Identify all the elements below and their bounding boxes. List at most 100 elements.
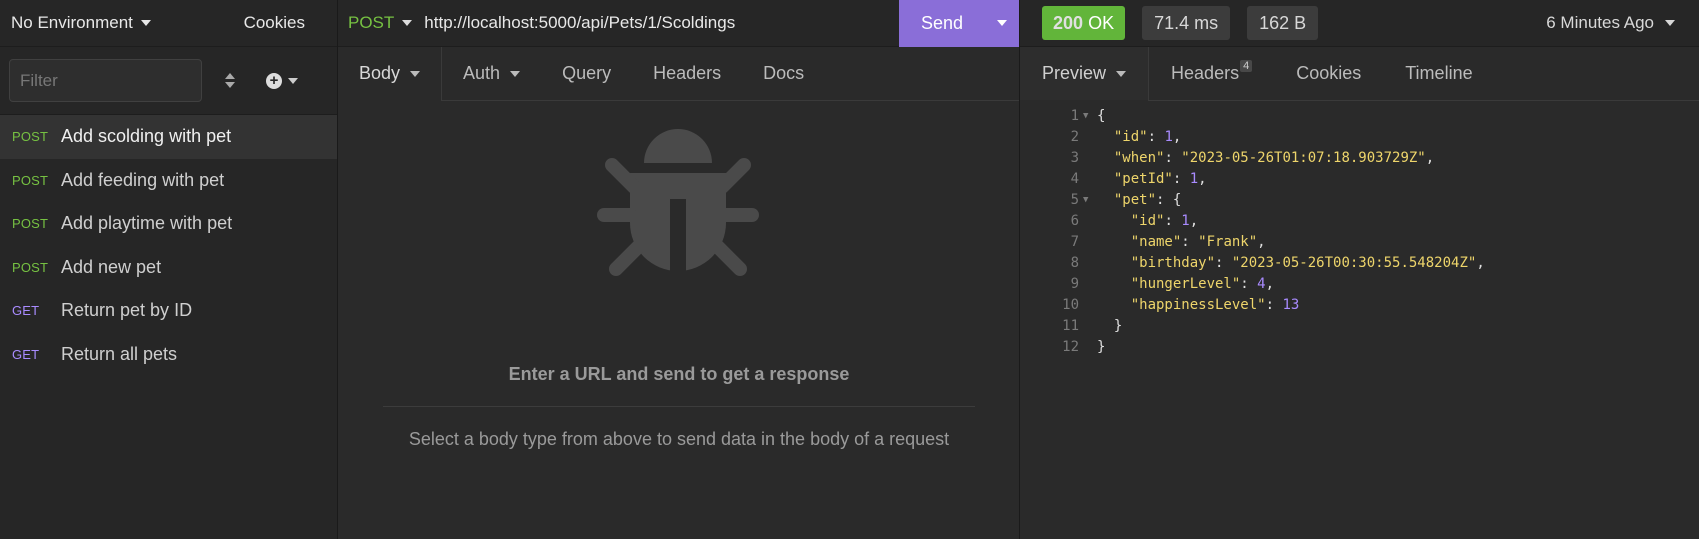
response-body-viewer[interactable]: 1 ▼{2 "id": 1, 3 "when": "2023-05-26T01:07… (1020, 106, 1699, 358)
tab-label: Body (359, 63, 401, 83)
code-token: 13 (1282, 297, 1300, 313)
code-token: { (1097, 108, 1106, 124)
code-token: , (1172, 129, 1182, 145)
request-name: Return all pets (61, 343, 178, 364)
fold-gutter (1079, 127, 1097, 148)
request-pane: POST Send Body Auth Query Headers Docs (338, 0, 1020, 539)
method-badge: POST (12, 259, 49, 275)
request-name: Add feeding with pet (61, 169, 225, 190)
method-badge: GET (12, 303, 40, 319)
code-text: "hungerLevel": 4, (1097, 274, 1274, 295)
line-number: 1 (1070, 108, 1079, 124)
response-pane: 200 OK 71.4 ms 162 B 6 Minutes Ago Previ… (1020, 0, 1699, 539)
code-text: } (1097, 316, 1122, 337)
tab-docs[interactable]: Docs (742, 47, 825, 100)
request-name: Return pet by ID (61, 300, 193, 321)
chevron-down-icon (510, 70, 521, 77)
send-button[interactable]: Send (899, 0, 1019, 47)
fold-gutter (1079, 232, 1097, 253)
code-token: , (1257, 234, 1266, 250)
tab-query[interactable]: Query (541, 47, 632, 100)
code-token: "id" (1130, 213, 1165, 229)
status-text: OK (1088, 13, 1115, 33)
tab-headers[interactable]: Headers (632, 47, 742, 100)
code-token: : (1240, 276, 1258, 292)
code-line: 6 "id": 1, (1020, 211, 1699, 232)
chevron-down-icon[interactable] (997, 20, 1007, 26)
fold-gutter (1079, 148, 1097, 169)
fold-toggle-icon[interactable]: ▼ (1079, 106, 1097, 127)
empty-state-title: Enter a URL and send to get a response (508, 364, 850, 384)
fold-gutter (1079, 169, 1097, 190)
method-select[interactable]: POST (338, 13, 420, 33)
code-line: 9 "hungerLevel": 4, (1020, 274, 1699, 295)
cookies-button[interactable]: Cookies (244, 13, 305, 33)
code-token: : (1147, 129, 1165, 145)
tab-preview[interactable]: Preview (1020, 47, 1150, 101)
response-header: 200 OK 71.4 ms 162 B 6 Minutes Ago (1020, 0, 1699, 47)
request-item[interactable]: GET Return pet by ID (0, 289, 337, 333)
tab-response-cookies[interactable]: Cookies (1274, 47, 1383, 100)
code-line: 11 } (1020, 316, 1699, 337)
tab-label: Headers (1171, 63, 1240, 83)
chevron-down-icon (402, 20, 413, 26)
request-tabs: Body Auth Query Headers Docs (338, 47, 1019, 101)
code-token: "2023-05-26T00:30:55.548204Z" (1231, 255, 1477, 271)
code-token: } (1097, 318, 1123, 334)
tab-label: Query (562, 63, 612, 83)
tab-label: Headers (653, 63, 722, 83)
tab-auth[interactable]: Auth (442, 47, 541, 100)
request-item[interactable]: GET Return all pets (0, 333, 337, 377)
code-token: "pet" (1113, 192, 1157, 208)
request-item[interactable]: POST Add new pet (0, 246, 337, 290)
code-text: "birthday": "2023-05-26T00:30:55.548204Z… (1097, 253, 1485, 274)
code-token: "when" (1113, 150, 1165, 166)
code-token: "happinessLevel" (1130, 297, 1266, 313)
code-token: : { (1156, 192, 1182, 208)
empty-state: Enter a URL and send to get a response S… (338, 101, 1020, 539)
chevron-down-icon (140, 20, 151, 26)
code-token: "id" (1113, 129, 1148, 145)
code-text: "happinessLevel": 13 (1097, 295, 1300, 316)
chevron-down-icon (410, 70, 421, 77)
fold-gutter (1079, 211, 1097, 232)
sidebar-header: No Environment Cookies (0, 0, 337, 47)
time-ago-label: 6 Minutes Ago (1546, 13, 1654, 32)
request-item[interactable]: POST Add playtime with pet (0, 202, 337, 246)
request-item[interactable]: POST Add feeding with pet (0, 159, 337, 203)
code-line: 2 "id": 1, (1020, 127, 1699, 148)
line-number: 9 (1070, 276, 1079, 292)
code-token: : (1215, 255, 1232, 271)
tab-label: Timeline (1405, 63, 1473, 83)
request-item[interactable]: POST Add scolding with pet (0, 115, 337, 159)
history-dropdown[interactable]: 6 Minutes Ago (1546, 13, 1675, 33)
environment-dropdown[interactable]: No Environment (11, 13, 151, 33)
headers-count-badge: 4 (1240, 59, 1253, 72)
code-line: 12} (1020, 337, 1699, 358)
code-token: , (1265, 276, 1275, 292)
tab-timeline[interactable]: Timeline (1383, 47, 1494, 100)
method-badge: POST (12, 129, 49, 145)
line-number: 3 (1070, 150, 1079, 166)
response-size-badge: 162 B (1247, 6, 1319, 40)
new-request-button[interactable]: + (266, 72, 298, 89)
tab-response-headers[interactable]: Headers 4 (1149, 47, 1274, 100)
code-line: 1 ▼{ (1020, 106, 1699, 127)
request-list: POST Add scolding with pet POST Add feed… (0, 115, 337, 376)
environment-label: No Environment (11, 13, 133, 32)
fold-toggle-icon[interactable]: ▼ (1079, 190, 1097, 211)
url-input[interactable] (420, 0, 899, 47)
code-token: "petId" (1113, 171, 1173, 187)
divider (383, 406, 975, 407)
code-line: 4 "petId": 1, (1020, 169, 1699, 190)
code-line: 3 "when": "2023-05-26T01:07:18.903729Z", (1020, 148, 1699, 169)
bug-icon (597, 129, 759, 291)
code-line: 5 ▼ "pet": { (1020, 190, 1699, 211)
filter-input[interactable] (9, 59, 202, 102)
sort-icon[interactable] (202, 73, 258, 88)
tab-body[interactable]: Body (338, 47, 443, 101)
